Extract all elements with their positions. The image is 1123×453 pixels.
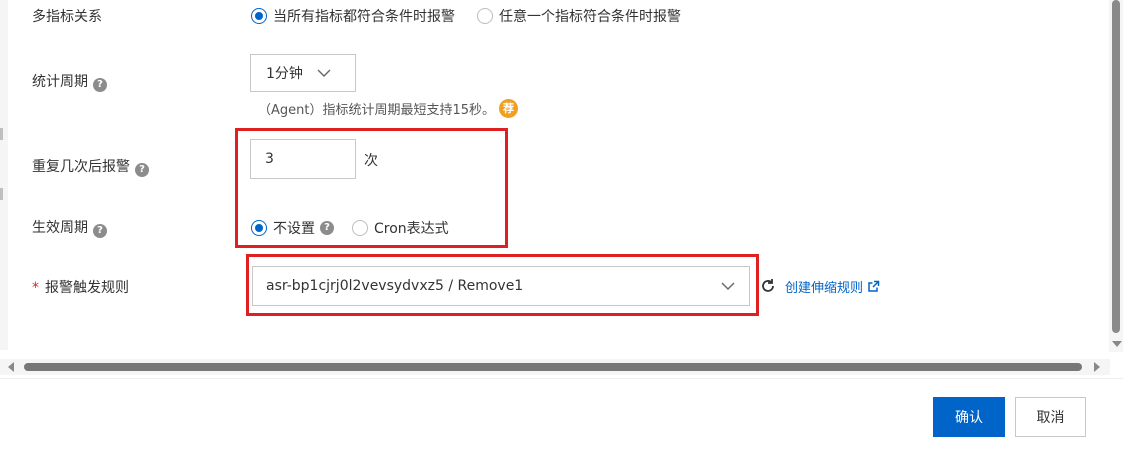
multi-metric-radio-group: 当所有指标都符合条件时报警 任意一个指标符合条件时报警	[251, 6, 681, 26]
multi-metric-label: 多指标关系	[32, 9, 102, 25]
edge-marker	[0, 188, 3, 200]
any-metric-radio[interactable]	[477, 8, 493, 24]
external-link-icon	[868, 280, 880, 292]
any-metric-radio-label[interactable]: 任意一个指标符合条件时报警	[499, 6, 681, 26]
period-select-value: 1分钟	[266, 66, 303, 82]
recommend-badge-icon: 荐	[499, 99, 519, 118]
chevron-down-icon	[317, 69, 331, 77]
scroll-down-arrow-icon[interactable]	[1112, 341, 1122, 347]
highlight-box	[235, 128, 508, 248]
period-label: 统计周期?	[32, 71, 107, 92]
horizontal-scrollbar-thumb[interactable]	[24, 363, 1082, 371]
cancel-button[interactable]: 取消	[1015, 397, 1086, 437]
left-edge-strip	[0, 0, 8, 350]
scroll-left-arrow-icon[interactable]	[8, 362, 14, 372]
period-hint: （Agent）指标统计周期最短支持15秒。 荐	[258, 99, 519, 118]
create-scaling-rule-link[interactable]: 创建伸缩规则	[785, 277, 880, 296]
edge-marker	[0, 128, 3, 140]
repeat-label: 重复几次后报警?	[32, 156, 149, 177]
refresh-icon[interactable]	[760, 278, 776, 294]
trigger-rule-label: * 报警触发规则	[32, 280, 129, 296]
effective-period-label: 生效周期?	[32, 217, 107, 238]
highlight-box	[246, 254, 759, 316]
footer-divider	[0, 378, 1123, 379]
all-metrics-radio-label[interactable]: 当所有指标都符合条件时报警	[273, 6, 455, 26]
period-select[interactable]: 1分钟	[250, 54, 356, 92]
help-icon[interactable]: ?	[135, 163, 149, 177]
vertical-scrollbar-thumb[interactable]	[1112, 0, 1120, 333]
all-metrics-radio[interactable]	[251, 8, 267, 24]
help-icon[interactable]: ?	[93, 78, 107, 92]
create-scaling-rule-link-text[interactable]: 创建伸缩规则	[785, 277, 863, 296]
confirm-button[interactable]: 确认	[933, 397, 1005, 437]
help-icon[interactable]: ?	[93, 224, 107, 238]
scroll-right-arrow-icon[interactable]	[1094, 362, 1100, 372]
